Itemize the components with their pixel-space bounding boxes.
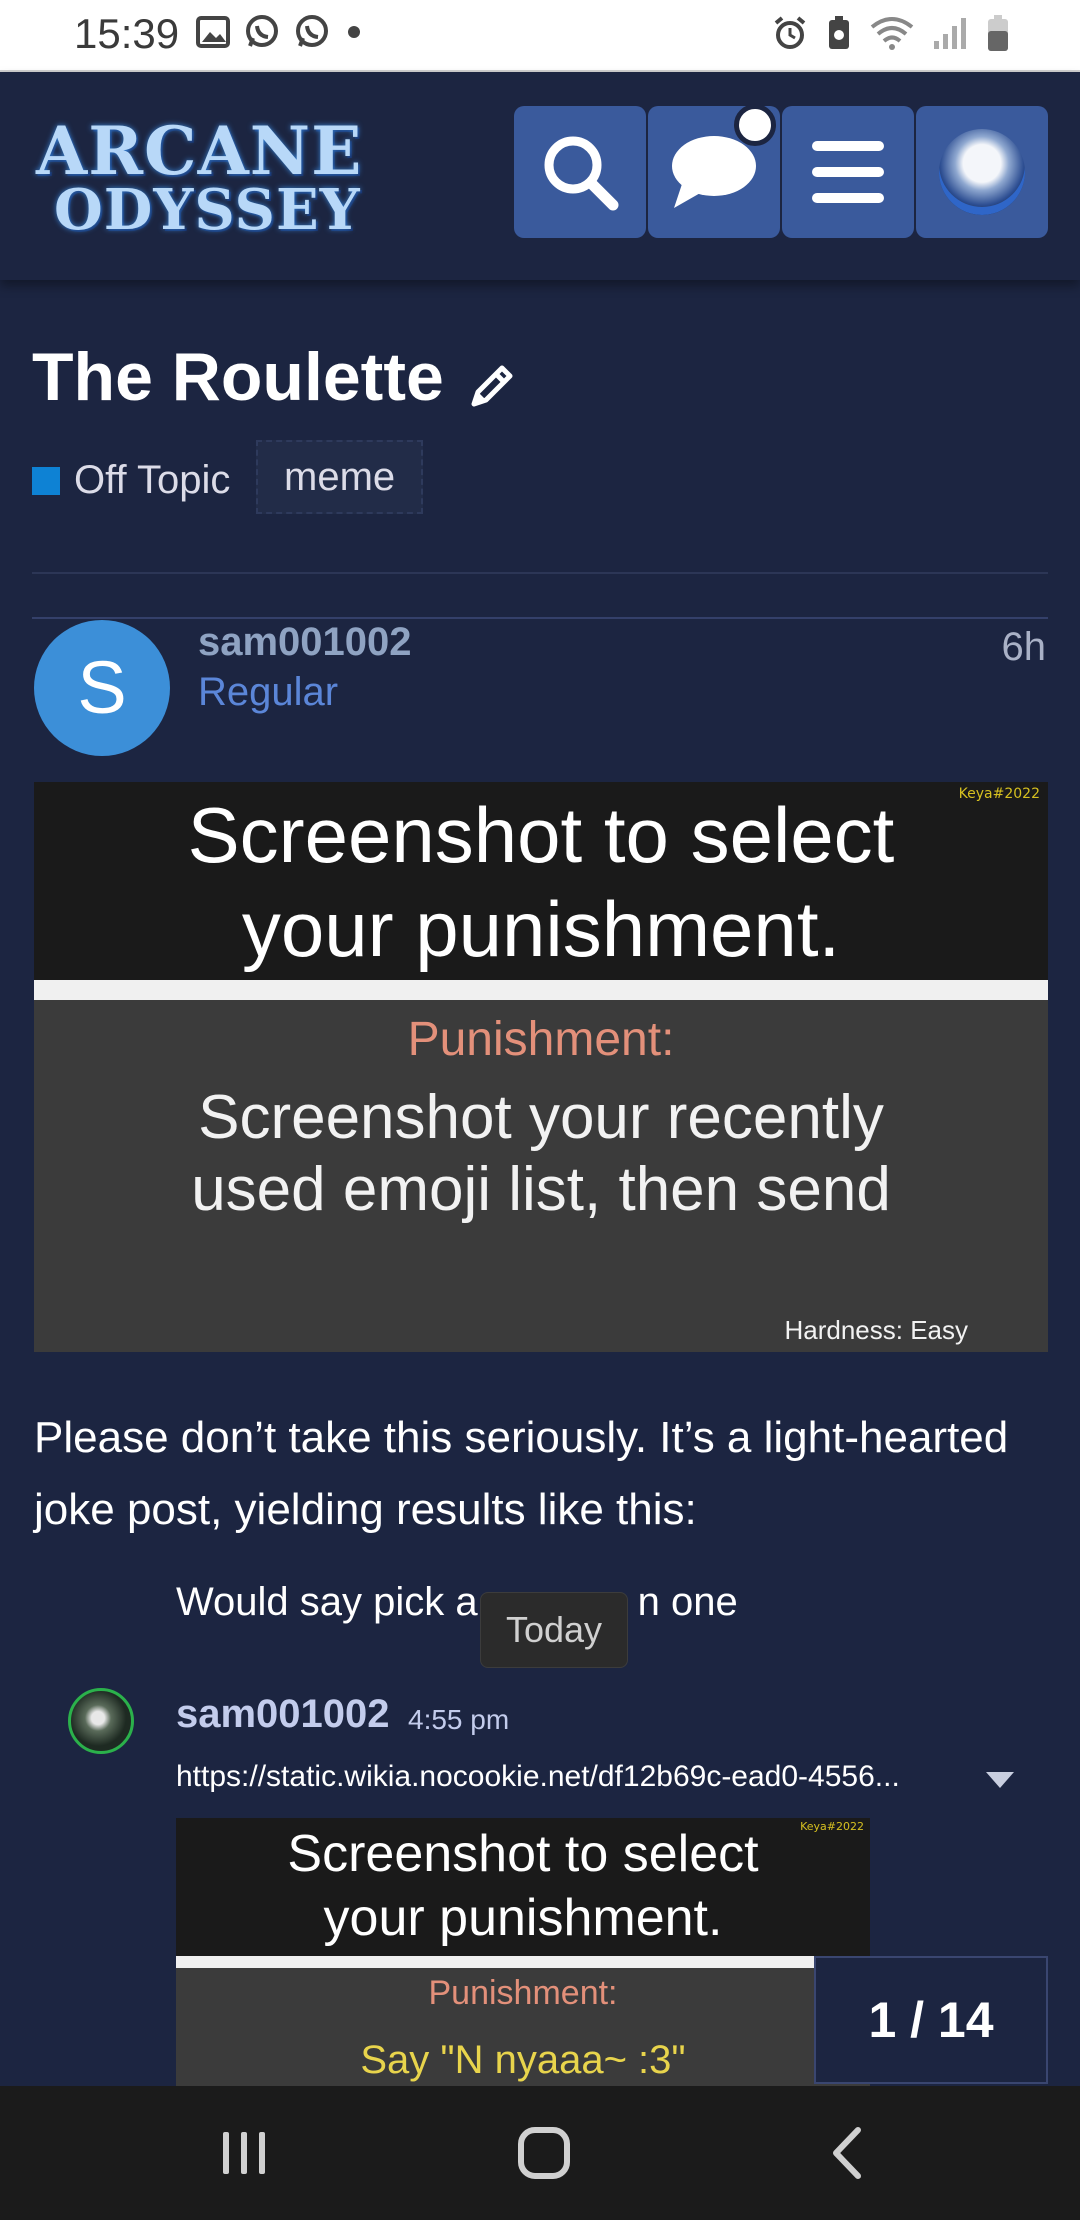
- chevron-down-icon[interactable]: [984, 1770, 1016, 1790]
- image-icon: [196, 16, 230, 48]
- user-avatar-button[interactable]: [916, 106, 1048, 238]
- menu-icon: [812, 141, 884, 203]
- post-image[interactable]: Keya#2022 Screenshot to select your puni…: [34, 782, 1048, 1352]
- wifi-icon: [870, 17, 914, 50]
- back-icon: [833, 2127, 861, 2179]
- embed-link[interactable]: https://static.wikia.nocookie.net/df12b6…: [176, 1760, 956, 1794]
- search-button[interactable]: [514, 106, 646, 238]
- meme-punishment-line1: Screenshot your recently: [198, 1083, 884, 1152]
- post-body-line1: Please don’t take this seriously. It’s a…: [34, 1413, 1009, 1462]
- divider: [32, 572, 1048, 574]
- meme-punishment-text: Screenshot your recently used emoji list…: [34, 1082, 1048, 1226]
- meme-headline: Screenshot to select your punishment.: [176, 1822, 870, 1950]
- meme-divider: [34, 980, 1048, 1000]
- status-bar: 15:39: [0, 0, 1080, 72]
- post-body: Please don’t take this seriously. It’s a…: [34, 1402, 1044, 1546]
- meme-divider: [176, 1956, 870, 1968]
- system-icons: [772, 14, 1010, 52]
- meme-punishment-line2: used emoji list, then send: [191, 1155, 891, 1224]
- category-color-swatch: [32, 466, 60, 495]
- notification-dot: [734, 104, 776, 146]
- logo-line2: ODYSSEY: [54, 177, 361, 243]
- meme-headline: Screenshot to select your punishment.: [34, 788, 1048, 976]
- tag-meme[interactable]: meme: [256, 440, 424, 514]
- chat-button[interactable]: [648, 104, 780, 238]
- alarm-icon: [774, 16, 806, 49]
- meme-headline-line2: your punishment.: [241, 885, 841, 973]
- battery-saver-icon: [829, 16, 849, 49]
- logo-line1: ARCANE: [36, 112, 363, 190]
- topic-progress[interactable]: 1 / 14: [814, 1956, 1048, 2084]
- site-logo[interactable]: ARCANE ODYSSEY: [36, 112, 363, 243]
- embed-image[interactable]: Keya#2022 Screenshot to select your puni…: [176, 1818, 870, 2086]
- site-header: ARCANE ODYSSEY: [0, 72, 1080, 280]
- meme-hardness: Hardness: Easy: [784, 1315, 968, 1345]
- embed-time: 4:55 pm: [408, 1704, 510, 1735]
- category-label: Off Topic: [74, 458, 231, 502]
- meme-punishment-text: Say "N nyaaa~ :3": [360, 2038, 686, 2082]
- post-time[interactable]: 6h: [1002, 625, 1047, 670]
- home-icon: [518, 2127, 570, 2179]
- embed-quote-before: Would say pick a: [176, 1580, 478, 1624]
- meme-headline-line2: your punishment.: [323, 1889, 723, 1947]
- status-time: 15:39: [74, 10, 180, 57]
- embed-quote-after: n one: [637, 1580, 738, 1624]
- notification-icons: [196, 14, 364, 50]
- embed-author-avatar: [68, 1688, 134, 1754]
- signal-icon: [934, 18, 966, 49]
- pencil-icon[interactable]: [466, 360, 518, 412]
- search-icon: [544, 136, 619, 211]
- divider: [32, 617, 1048, 619]
- meme-punishment-label: Punishment:: [428, 1974, 618, 2012]
- dot-icon: [348, 26, 360, 38]
- post-author-role: Regular: [198, 670, 339, 714]
- back-button[interactable]: [788, 2110, 908, 2196]
- embed-quote: Would say pick a n one: [176, 1580, 738, 1625]
- system-nav-bar: [0, 2086, 1080, 2220]
- menu-button[interactable]: [782, 106, 914, 238]
- embed-author-name: sam001002: [176, 1692, 390, 1736]
- meme-punishment-label: Punishment:: [407, 1013, 675, 1066]
- post-author-avatar[interactable]: S: [34, 620, 170, 756]
- home-button[interactable]: [484, 2110, 604, 2196]
- post-body-line2: joke post, yielding results like this:: [34, 1485, 697, 1534]
- battery-icon: [988, 15, 1008, 51]
- post-author-name[interactable]: sam001002: [198, 620, 412, 665]
- recents-icon: [223, 2132, 265, 2174]
- recents-button[interactable]: [184, 2110, 304, 2196]
- whatsapp-icon: [296, 15, 328, 47]
- avatar: [939, 129, 1025, 215]
- date-divider-tooltip: Today: [480, 1592, 628, 1668]
- topic-title: The Roulette: [32, 339, 444, 415]
- meme-headline-line1: Screenshot to select: [187, 791, 895, 879]
- category-badge[interactable]: Off Topic: [32, 458, 230, 503]
- meme-headline-line1: Screenshot to select: [287, 1825, 759, 1883]
- whatsapp-icon: [246, 15, 278, 47]
